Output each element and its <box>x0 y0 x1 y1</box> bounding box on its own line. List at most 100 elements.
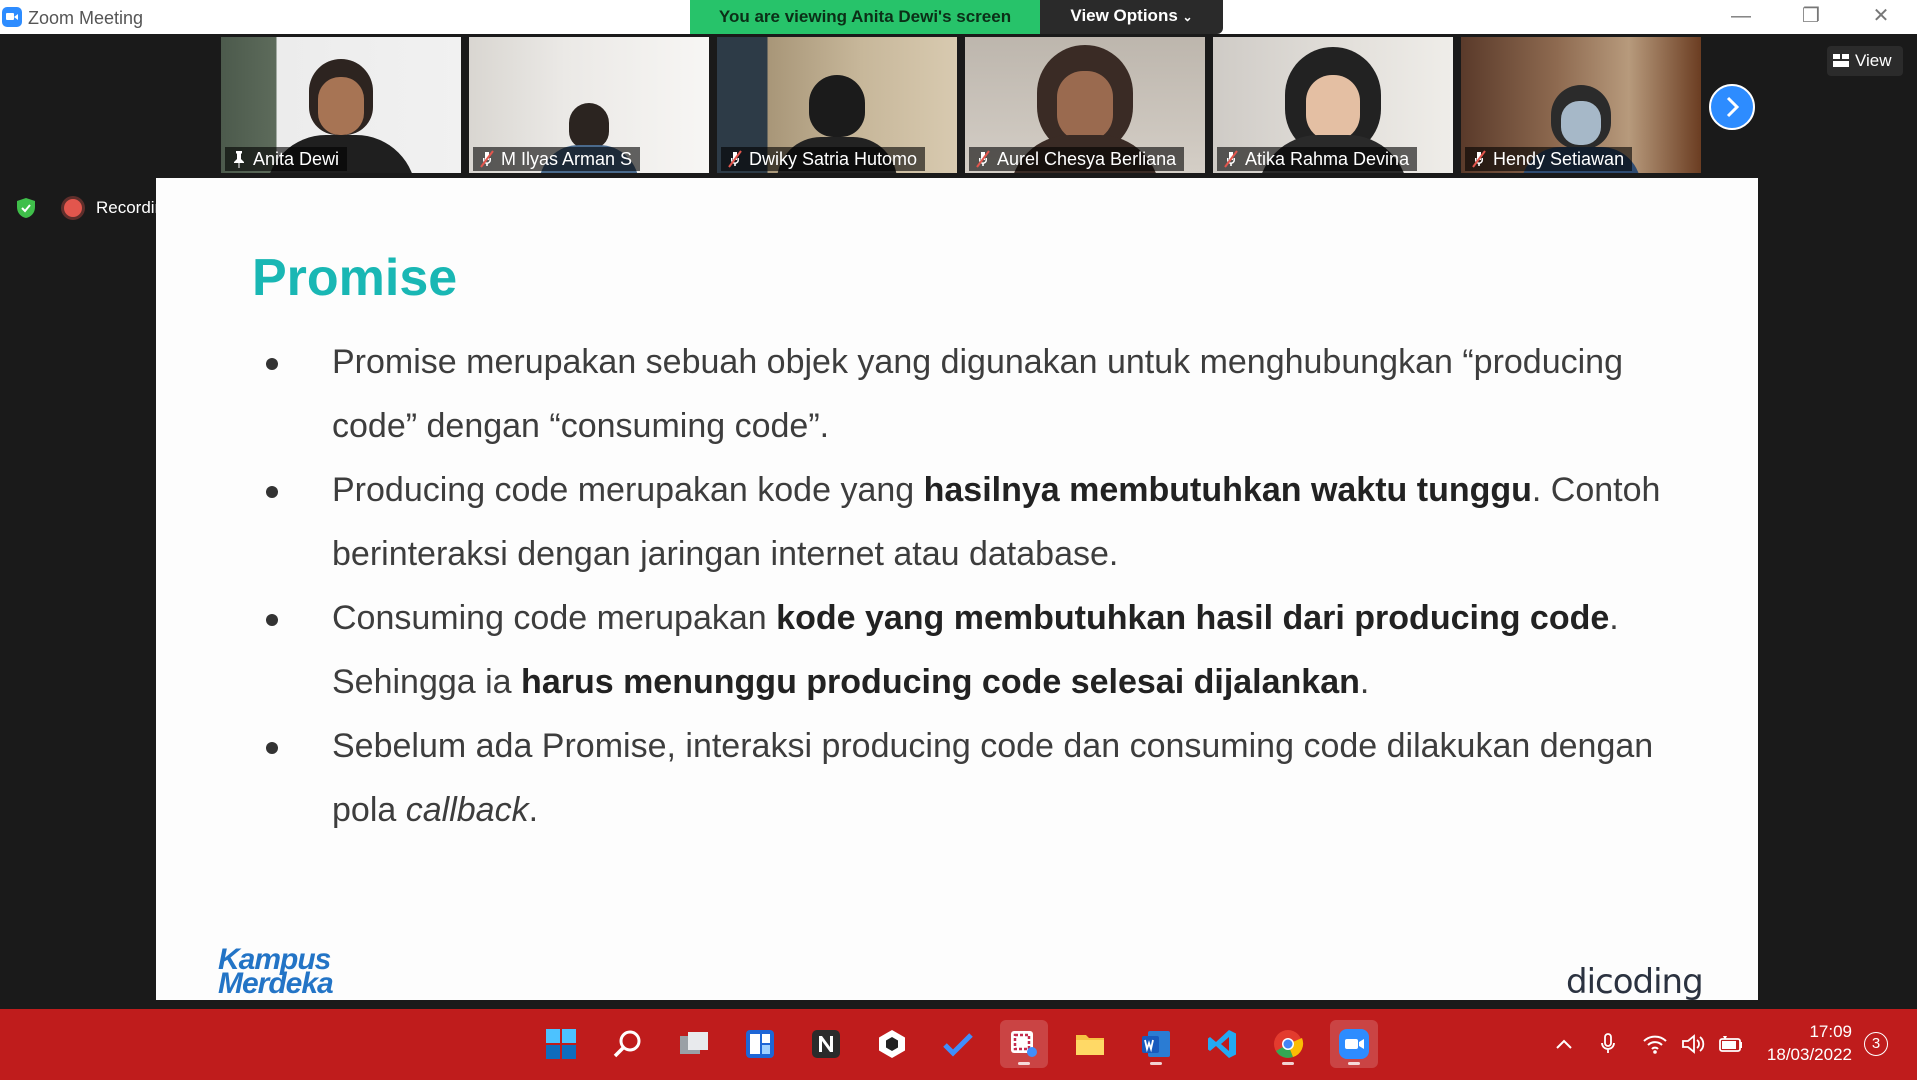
restore-icon: ❐ <box>1802 5 1820 27</box>
unity-button[interactable] <box>868 1020 916 1068</box>
pin-icon <box>234 151 244 168</box>
vscode-button[interactable] <box>1198 1020 1246 1068</box>
running-indicator <box>1018 1062 1030 1065</box>
zoom-button[interactable] <box>1330 1020 1378 1068</box>
participant-name-tag: Atika Rahma Devina <box>1217 147 1418 171</box>
mic-muted-icon <box>1224 150 1238 168</box>
recording-label: Recording <box>96 198 156 217</box>
volume-icon[interactable] <box>1680 1030 1706 1058</box>
slide-bullet-list: Promise merupakan sebuah objek yang digu… <box>252 330 1712 842</box>
notification-badge[interactable]: 3 <box>1864 1032 1888 1056</box>
window-title: Zoom Meeting <box>28 8 144 28</box>
recording-icon <box>64 199 82 217</box>
participant-head <box>809 75 865 137</box>
slide-bullet: Consuming code merupakan kode yang membu… <box>252 586 1712 714</box>
shared-screen: Promise Promise merupakan sebuah objek y… <box>156 178 1758 1000</box>
participant-tile[interactable]: M Ilyas Arman S <box>469 37 709 173</box>
participant-name-tag: Aurel Chesya Berliana <box>969 147 1185 171</box>
bullet-text-segment: harus menunggu producing code selesai di… <box>521 663 1360 701</box>
participant-name: M Ilyas Arman S <box>501 149 633 169</box>
logo-line: Merdeka <box>218 967 334 1000</box>
mic-muted-icon <box>976 150 990 168</box>
participant-name-tag: Anita Dewi <box>225 147 348 171</box>
screen-share-banner: You are viewing Anita Dewi's screen <box>690 0 1040 34</box>
kampus-merdeka-logo: Kampus Merdeka <box>218 945 378 1000</box>
chevron-up-icon[interactable] <box>1553 1030 1575 1058</box>
participant-name: Dwiky Satria Hutomo <box>749 149 918 169</box>
bullet-text-segment: hasilnya membutuhkan waktu tunggu <box>923 471 1532 509</box>
wifi-icon[interactable] <box>1642 1030 1668 1058</box>
participant-tile[interactable]: Aurel Chesya Berliana <box>965 37 1205 173</box>
folder-icon <box>1076 1035 1104 1055</box>
search-button[interactable] <box>604 1020 652 1068</box>
word-icon <box>1142 1031 1170 1057</box>
task-view-icon <box>680 1032 708 1054</box>
participant-tile[interactable]: Hendy Setiawan <box>1461 37 1701 173</box>
bullet-text-segment: Consuming code merupakan <box>332 599 777 637</box>
participant-face <box>1306 75 1360 141</box>
running-indicator <box>1282 1062 1294 1065</box>
participant-name: Atika Rahma Devina <box>1245 149 1410 169</box>
bullet-text-segment: . <box>1359 663 1370 701</box>
notion-button[interactable] <box>802 1020 850 1068</box>
participant-name-tag: Dwiky Satria Hutomo <box>721 147 926 171</box>
slide-title: Promise <box>252 249 458 307</box>
microphone-icon[interactable] <box>1598 1030 1618 1058</box>
close-button[interactable]: ✕ <box>1851 0 1911 34</box>
minimize-button[interactable]: — <box>1711 0 1771 34</box>
view-button[interactable]: View <box>1827 46 1903 76</box>
participant-face <box>1561 101 1601 145</box>
start-button[interactable] <box>537 1020 585 1068</box>
running-indicator <box>1348 1062 1360 1065</box>
gallery-view-icon <box>1833 54 1849 67</box>
mic-muted-icon <box>480 150 494 168</box>
bullet-text-segment: . <box>528 791 539 829</box>
bullet-text-segment: Producing code merupakan kode yang <box>332 471 924 509</box>
widgets-button[interactable] <box>736 1020 784 1068</box>
todo-button[interactable] <box>934 1020 982 1068</box>
participant-name-tag: M Ilyas Arman S <box>473 147 641 171</box>
battery-icon[interactable] <box>1716 1030 1744 1058</box>
snipping-tool-icon <box>1011 1031 1037 1057</box>
task-view-button[interactable] <box>670 1020 718 1068</box>
chevron-down-icon: ⌄ <box>1182 10 1193 24</box>
participant-name: Hendy Setiawan <box>1493 149 1625 169</box>
file-explorer-button[interactable] <box>1066 1020 1114 1068</box>
slide-bullet: Sebelum ada Promise, interaksi producing… <box>252 714 1712 842</box>
close-icon: ✕ <box>1872 5 1890 27</box>
word-button[interactable] <box>1132 1020 1180 1068</box>
zoom-icon <box>1339 1029 1369 1059</box>
notion-icon <box>812 1030 840 1058</box>
view-options-button[interactable]: View Options ⌄ <box>1040 0 1223 34</box>
participant-tile[interactable]: Anita Dewi <box>221 37 461 173</box>
bullet-text-segment: Promise merupakan sebuah objek yang digu… <box>332 343 1623 445</box>
running-indicator <box>1150 1062 1162 1065</box>
bullet-text-segment: callback <box>405 791 529 829</box>
snipping-tool-button[interactable] <box>1000 1020 1048 1068</box>
participant-tile[interactable]: Atika Rahma Devina <box>1213 37 1453 173</box>
restore-button[interactable]: ❐ <box>1781 0 1841 34</box>
next-participants-button[interactable] <box>1709 84 1755 130</box>
search-icon <box>613 1030 641 1058</box>
chrome-button[interactable] <box>1264 1020 1312 1068</box>
slide-bullet: Producing code merupakan kode yang hasil… <box>252 458 1712 586</box>
view-options-label: View Options <box>1070 6 1178 25</box>
participant-tile[interactable]: Dwiky Satria Hutomo <box>717 37 957 173</box>
view-button-label: View <box>1855 51 1892 70</box>
unity-icon <box>879 1030 905 1058</box>
participant-face <box>1057 71 1113 141</box>
participant-name: Anita Dewi <box>253 149 340 169</box>
mic-muted-icon <box>728 150 742 168</box>
minimize-icon: — <box>1731 5 1751 27</box>
participant-face <box>318 77 364 135</box>
taskbar-clock[interactable]: 17:09 18/03/2022 <box>1752 1020 1852 1066</box>
participant-head <box>569 103 609 149</box>
title-bar: Zoom Meeting You are viewing Anita Dewi'… <box>0 0 1917 34</box>
clock-date: 18/03/2022 <box>1766 1045 1852 1064</box>
windows-start-icon <box>546 1029 576 1059</box>
zoom-app-icon <box>2 7 22 27</box>
slide-bullet: Promise merupakan sebuah objek yang digu… <box>252 330 1712 458</box>
participant-name-tag: Hendy Setiawan <box>1465 147 1633 171</box>
checkmark-icon <box>943 1033 973 1057</box>
security-shield-icon[interactable] <box>15 197 37 219</box>
